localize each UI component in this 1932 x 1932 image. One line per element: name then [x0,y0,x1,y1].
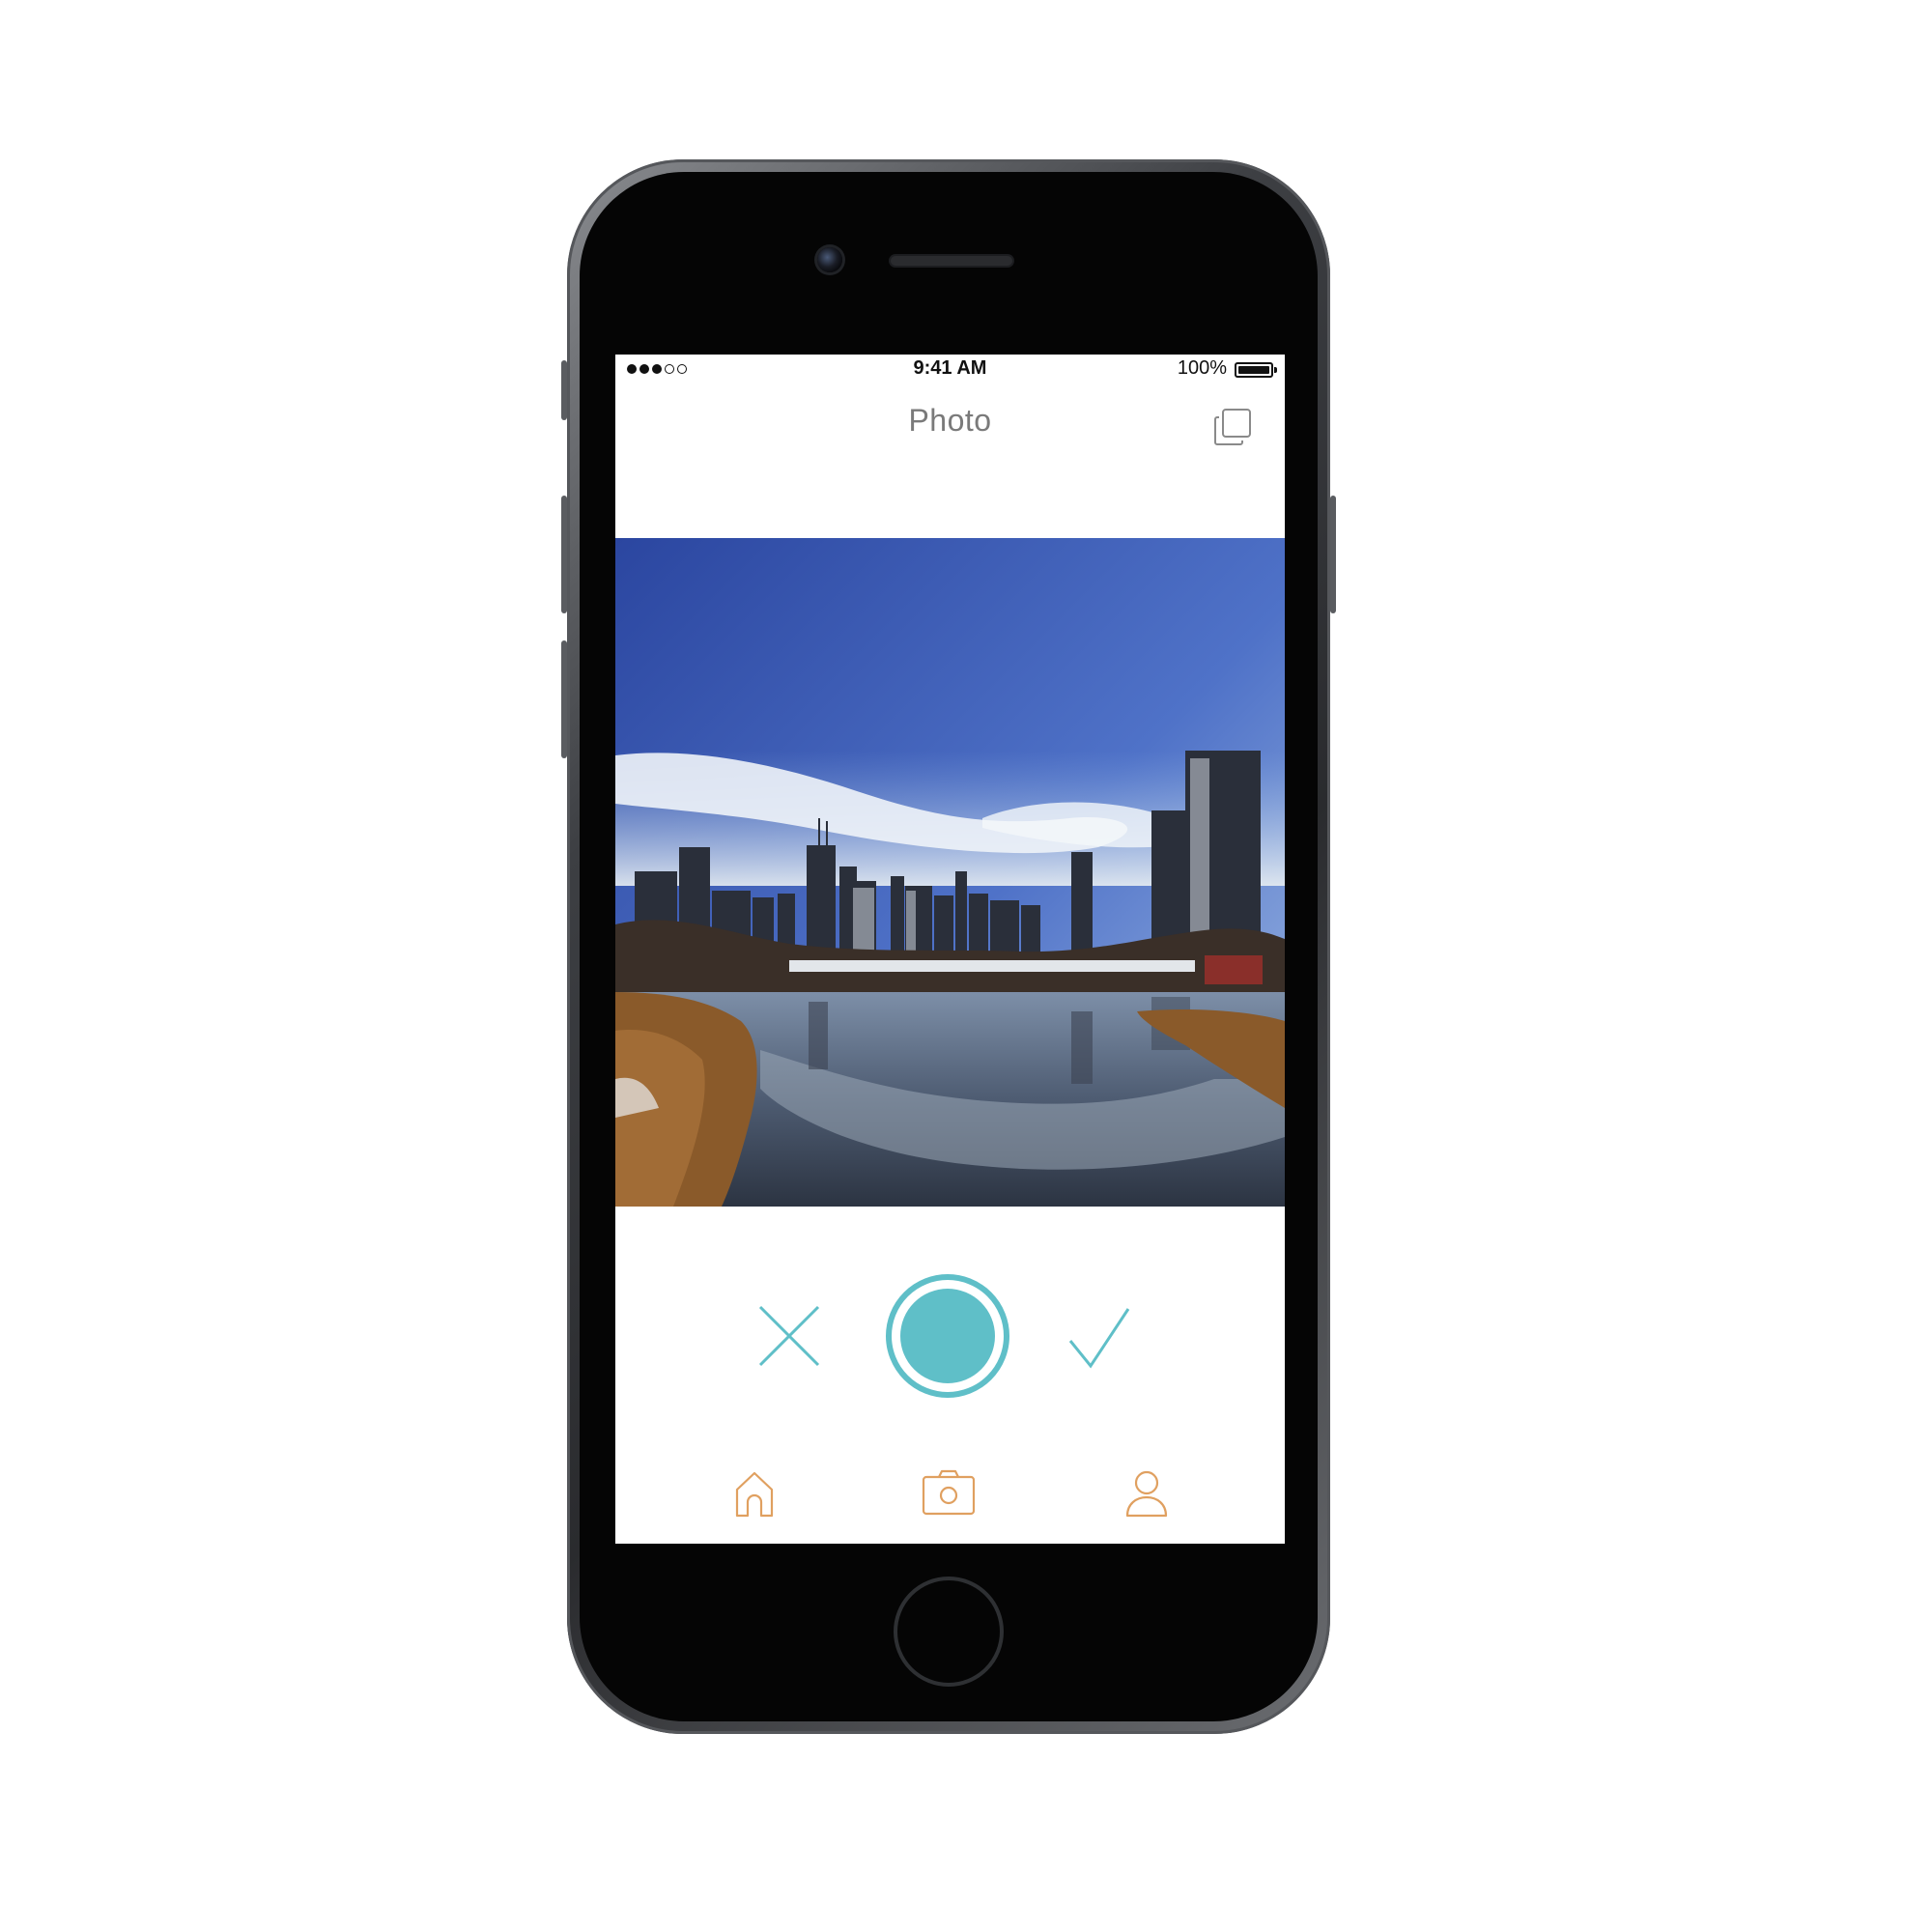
checkmark-icon[interactable] [1067,1306,1131,1370]
volume-up-button [561,496,567,613]
capture-controls [615,1267,1285,1403]
copy-icon[interactable] [1211,406,1254,448]
stage: 9:41 AM 100% Photo [0,0,1932,1932]
battery-percentage: 100% [1177,357,1227,379]
shutter-button[interactable] [886,1274,1009,1398]
battery-icon [1235,362,1277,378]
profile-icon[interactable] [1118,1463,1176,1521]
photo-preview [615,538,1285,1207]
volume-down-button [561,640,567,758]
page-title: Photo [908,403,992,438]
camera-icon[interactable] [920,1463,978,1521]
mute-switch [561,360,567,420]
screen: 9:41 AM 100% Photo [615,355,1285,1544]
status-bar: 9:41 AM 100% [615,355,1285,385]
shutter-button-inner [900,1289,995,1383]
close-icon[interactable] [757,1304,821,1368]
photo-image [615,538,1285,1207]
front-camera [817,247,842,272]
home-icon[interactable] [725,1463,783,1521]
earpiece-speaker [891,256,1012,266]
power-button [1330,496,1336,613]
home-button[interactable] [894,1577,1004,1687]
tab-bar [615,1463,1285,1531]
